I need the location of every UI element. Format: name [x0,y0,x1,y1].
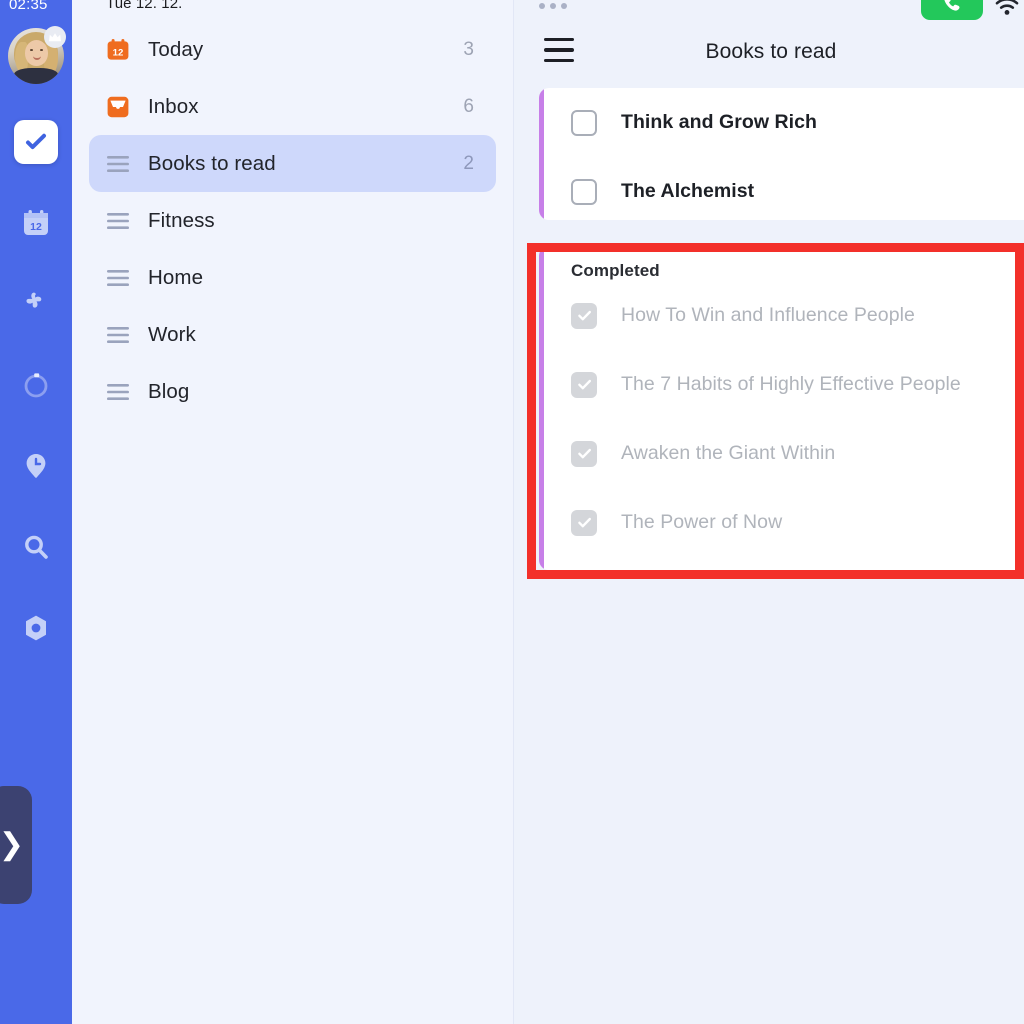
task-title: The Power of Now [621,511,783,533]
sidebar-item-fitness[interactable]: Fitness [89,192,496,249]
svg-text:12: 12 [113,47,124,58]
app-icon-rail: 02:35 12 ❯ [0,0,72,1024]
task-checkbox[interactable] [571,302,597,329]
sidebar-item-books-to-read[interactable]: Books to read 2 [89,135,496,192]
list-lines-icon [105,322,131,348]
rail-expand-handle[interactable]: ❯ [0,786,32,904]
avatar[interactable] [8,26,66,84]
page-title: Books to read [705,40,837,63]
sidebar-item-apps[interactable] [14,282,58,326]
sidebar-item-search[interactable] [14,525,58,569]
chevron-right-icon: ❯ [0,828,24,861]
active-tasks-card: Think and Grow Rich The Alchemist [539,88,1024,220]
completed-task-list: How To Win and Influence People The 7 Ha… [539,281,1024,557]
hamburger-menu-icon[interactable] [544,38,574,62]
task-checkbox[interactable] [571,178,597,205]
sidebar-item-count: 3 [463,38,474,60]
card-accent-bar [539,246,544,570]
table-row[interactable]: The Power of Now [539,488,1024,557]
sidebar-item-settings[interactable] [14,606,58,650]
sidebar-item-home[interactable]: Home [89,249,496,306]
status-bar-date: Tue 12. 12. [106,0,183,12]
sidebar-item-label: Inbox [148,94,199,118]
app-window: 02:35 12 ❯ Tue 12. 12. 12 Today 3 Inbox … [0,0,1024,1024]
avatar-shoulders [14,68,58,84]
active-task-list: Think and Grow Rich The Alchemist [539,88,1024,220]
sidebar-item-planner[interactable] [14,444,58,488]
sidebar-item-label: Home [148,265,204,289]
sidebar-item-label: Today [148,37,204,61]
list-lines-icon [105,208,131,234]
avatar-eye-left [30,49,33,51]
sidebar-item-inbox[interactable]: Inbox 6 [89,78,496,135]
list-lines-icon [105,151,131,177]
sidebar-item-blog[interactable]: Blog [89,363,496,420]
avatar-eye-right [40,49,43,51]
sidebar-item-label: Fitness [148,208,215,232]
completed-tasks-card: Completed How To Win and Influence Peopl… [539,246,1024,570]
svg-text:12: 12 [30,221,42,233]
sidebar-item-tasks[interactable] [14,120,58,164]
progress-ring-icon [21,370,51,400]
pane-status-bar [514,0,1024,22]
sidebar-item-work[interactable]: Work [89,306,496,363]
task-title: The Alchemist [621,180,755,202]
calendar-12-icon: 12 [21,208,51,238]
check-square-icon [23,129,49,155]
sidebar-item-focus[interactable] [14,363,58,407]
avatar-face [25,40,48,66]
table-row[interactable]: The 7 Habits of Highly Effective People [539,350,1024,419]
table-row[interactable]: Awaken the Giant Within [539,419,1024,488]
sidebar-item-count: 6 [463,95,474,117]
task-checkbox[interactable] [571,440,597,467]
sidebar-item-calendar[interactable]: 12 [14,201,58,245]
task-checkbox[interactable] [571,509,597,536]
project-sidebar: Tue 12. 12. 12 Today 3 Inbox 6 Books to … [72,0,514,1024]
phone-call-icon[interactable] [921,0,983,20]
grid-apps-icon [21,289,51,319]
rail-item-list: 12 [0,120,72,687]
table-row[interactable]: How To Win and Influence People [539,281,1024,350]
task-pane: Books to read Think and Grow Rich The Al… [514,0,1024,1024]
task-checkbox[interactable] [571,109,597,136]
task-checkbox[interactable] [571,371,597,398]
task-title: Awaken the Giant Within [621,442,836,464]
gear-hexagon-icon [21,613,51,643]
clock-pin-icon [21,451,51,481]
list-lines-icon [105,265,131,291]
inbox-tray-icon [105,94,131,120]
search-icon [21,532,51,562]
status-bar-time: 02:35 [9,0,48,13]
task-title: How To Win and Influence People [621,304,915,326]
task-row[interactable]: Think and Grow Rich [539,88,1024,157]
sidebar-item-count: 2 [463,152,474,174]
list-lines-icon [105,379,131,405]
sidebar-item-label: Work [148,322,196,346]
task-pane-header: Books to read [514,22,1024,82]
calendar-12-icon: 12 [105,37,131,63]
task-title: Think and Grow Rich [621,111,817,133]
project-list: 12 Today 3 Inbox 6 Books to read 2 Fitne… [72,21,513,420]
task-title: The 7 Habits of Highly Effective People [621,373,961,395]
sidebar-item-label: Blog [148,379,190,403]
three-dots-icon [539,3,567,9]
card-accent-bar [539,88,544,220]
sidebar-item-today[interactable]: 12 Today 3 [89,21,496,78]
completed-section-label: Completed [571,261,660,280]
crown-icon [44,26,66,48]
task-row[interactable]: The Alchemist [539,157,1024,220]
sidebar-item-label: Books to read [148,151,276,175]
wifi-icon [992,0,1022,23]
